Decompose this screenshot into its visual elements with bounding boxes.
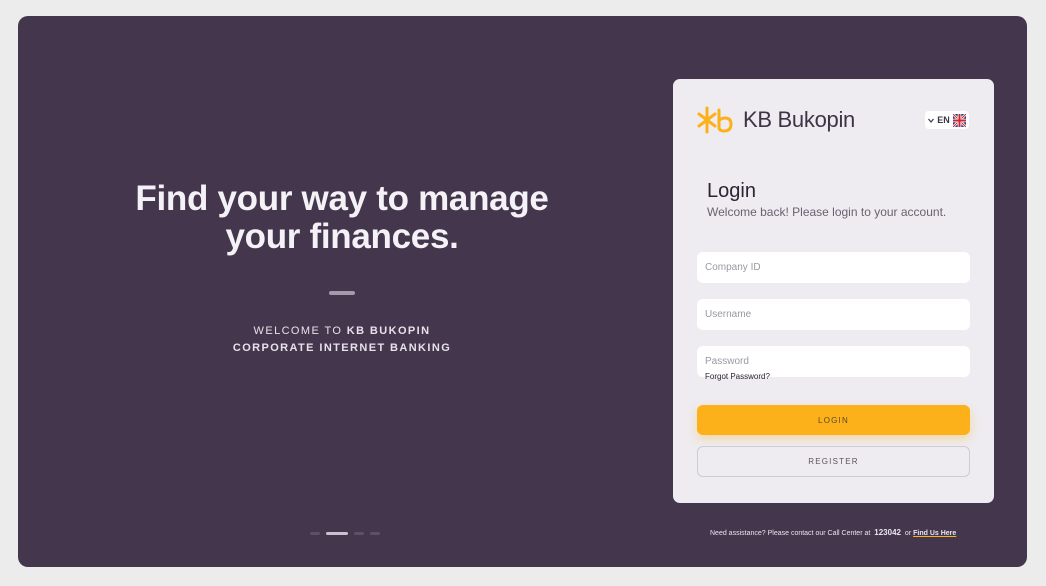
language-selector[interactable]: EN bbox=[925, 111, 969, 129]
hero-welcome: WELCOME TO KB BUKOPIN CORPORATE INTERNET… bbox=[110, 323, 574, 357]
hero-title: Find your way to manage your finances. bbox=[135, 179, 549, 256]
uk-flag-icon bbox=[952, 113, 966, 127]
carousel-indicator bbox=[310, 532, 380, 535]
brand-logo: KB Bukopin bbox=[697, 105, 855, 135]
hero-divider bbox=[329, 291, 355, 295]
login-card: KB Bukopin EN Login Welcome back! Please… bbox=[673, 79, 994, 503]
carousel-dot[interactable] bbox=[354, 532, 364, 535]
find-us-link[interactable]: Find Us Here bbox=[913, 530, 956, 537]
language-code: EN bbox=[937, 115, 950, 125]
brand-name: KB Bukopin bbox=[743, 107, 855, 132]
help-text: Need assistance? Please contact our Call… bbox=[710, 530, 871, 537]
carousel-dot[interactable] bbox=[310, 532, 320, 535]
help-footer: Need assistance? Please contact our Call… bbox=[710, 528, 956, 537]
username-input[interactable] bbox=[697, 299, 970, 330]
forgot-password-link[interactable]: Forgot Password? bbox=[705, 372, 770, 381]
welcome-prefix: WELCOME TO bbox=[253, 325, 347, 337]
call-center-number: 123042 bbox=[874, 528, 901, 537]
kb-logo-icon bbox=[697, 106, 733, 134]
carousel-dot[interactable] bbox=[370, 532, 380, 535]
chevron-down-icon bbox=[928, 118, 935, 123]
login-subtitle: Welcome back! Please login to your accou… bbox=[707, 205, 947, 219]
login-title: Login bbox=[707, 180, 756, 202]
company-id-input[interactable] bbox=[697, 252, 970, 283]
hero-section: Find your way to manage your finances. W… bbox=[110, 180, 574, 357]
register-button[interactable]: REGISTER bbox=[697, 446, 970, 477]
welcome-line2: CORPORATE INTERNET BANKING bbox=[232, 342, 452, 354]
welcome-brand: KB BUKOPIN bbox=[346, 325, 431, 337]
main-panel: Find your way to manage your finances. W… bbox=[18, 16, 1027, 567]
carousel-dot-active[interactable] bbox=[326, 532, 348, 535]
login-button[interactable]: LOGIN bbox=[697, 405, 970, 435]
help-or: or bbox=[904, 530, 912, 537]
